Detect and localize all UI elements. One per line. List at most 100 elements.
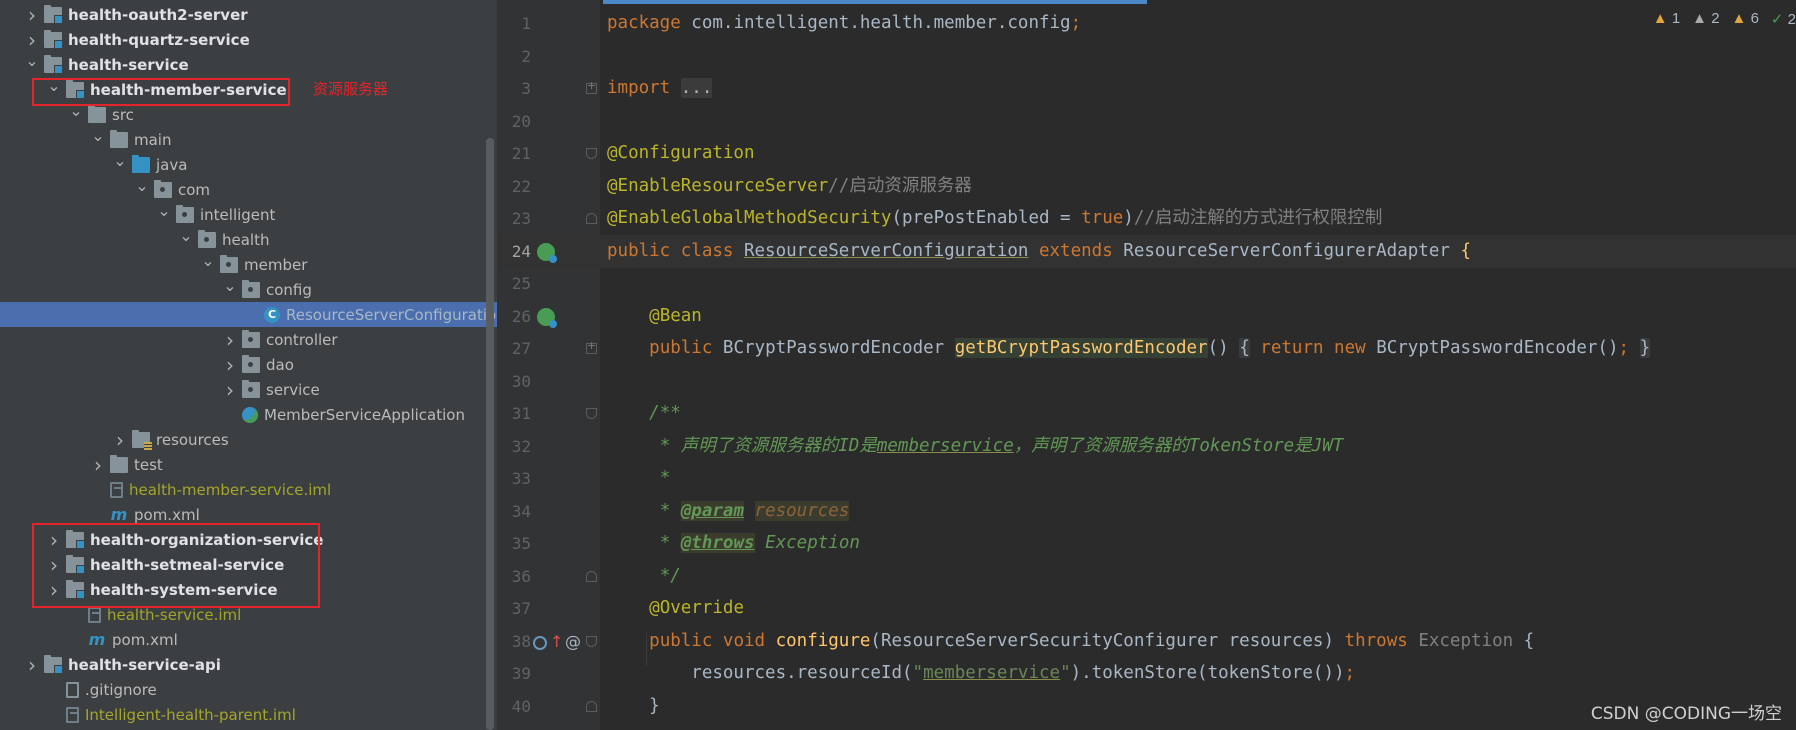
chevron-right-icon[interactable]: › <box>90 453 106 477</box>
code-line[interactable]: 32 * 声明了资源服务器的ID是memberservice，声明了资源服务器的… <box>497 430 1796 463</box>
code-line[interactable]: 2 <box>497 40 1796 73</box>
tree-item[interactable]: › dao <box>0 352 497 377</box>
code-line[interactable]: 3 import ... <box>497 72 1796 105</box>
code-token: ; <box>1344 663 1356 683</box>
tree-item-label: health-service-api <box>68 655 221 674</box>
tree-item[interactable]: ⌄ config <box>0 276 497 302</box>
code-text: import ... <box>607 72 713 105</box>
tree-item[interactable]: ⌄ intelligent <box>0 201 497 227</box>
code-token: Exception <box>1418 630 1524 651</box>
chevron-right-icon[interactable]: › <box>222 328 238 352</box>
tree-item[interactable]: .gitignore <box>0 677 497 702</box>
inspection-warning-3[interactable]: ▲ 6 <box>1732 10 1759 34</box>
tree-scrollbar[interactable] <box>486 138 494 730</box>
tree-item[interactable]: ⌄ member <box>0 251 497 277</box>
code-token: extends <box>1028 240 1124 261</box>
tree-item[interactable]: ⌄ java <box>0 151 497 177</box>
code-token: " <box>912 663 924 683</box>
tree-item[interactable]: ⌄ main <box>0 126 497 152</box>
code-line[interactable]: 23 @EnableGlobalMethodSecurity(prePostEna… <box>497 202 1796 235</box>
annotation-gutter-icon[interactable]: @ <box>565 632 581 651</box>
fold-collapse-icon[interactable] <box>586 635 597 647</box>
chevron-down-icon[interactable]: ⌄ <box>112 151 128 170</box>
code-line[interactable]: 30 <box>497 365 1796 398</box>
tree-item[interactable]: health-member-service.iml <box>0 477 497 502</box>
chevron-down-icon[interactable]: ⌄ <box>200 251 216 270</box>
line-number: 27 <box>511 339 531 358</box>
code-editor[interactable]: 1 package com.intelligent.health.member.c… <box>497 0 1796 730</box>
code-line[interactable]: 27 public BCryptPasswordEncoder getBCryp… <box>497 332 1796 365</box>
code-line[interactable]: 31 /** <box>497 397 1796 430</box>
chevron-down-icon[interactable]: ⌄ <box>222 276 238 295</box>
code-line[interactable]: 26 @Bean <box>497 300 1796 333</box>
code-text: * <box>607 462 671 495</box>
tree-item[interactable]: › test <box>0 452 497 477</box>
inspection-warning-2[interactable]: ▲ 2 <box>1692 10 1719 34</box>
fold-collapse-icon[interactable] <box>586 700 597 712</box>
chevron-right-icon[interactable]: › <box>24 28 40 52</box>
tree-item[interactable]: Intelligent-health-parent.iml <box>0 702 497 727</box>
code-line[interactable]: 36 */ <box>497 560 1796 593</box>
code-token: @EnableResourceServer <box>607 175 829 196</box>
code-line[interactable]: 37 @Override <box>497 592 1796 625</box>
code-line[interactable]: 38 ↑ @ public void configure(ResourceServe… <box>497 625 1796 658</box>
tree-item[interactable]: › resources <box>0 427 497 452</box>
code-line[interactable]: 22 @EnableResourceServer//启动资源服务器 <box>497 170 1796 203</box>
fold-collapse-icon[interactable] <box>586 148 597 159</box>
code-token: @Configuration <box>607 143 755 163</box>
code-token: { <box>1239 338 1250 358</box>
code-line[interactable]: 34 * @param resources <box>497 495 1796 528</box>
chevron-down-icon[interactable]: ⌄ <box>156 201 172 220</box>
chevron-down-icon[interactable]: ⌄ <box>178 226 194 245</box>
code-text: public void configure(ResourceServerSecu… <box>607 625 1534 658</box>
spring-bean-gutter-icon[interactable] <box>537 307 557 328</box>
chevron-right-icon[interactable]: › <box>222 378 238 402</box>
fold-collapse-icon[interactable] <box>586 213 597 224</box>
tree-item[interactable]: m pom.xml <box>0 627 497 652</box>
chevron-right-icon[interactable]: › <box>222 353 238 377</box>
folder-icon <box>88 104 106 123</box>
tree-item[interactable]: MemberServiceApplication <box>0 402 497 427</box>
watermark: CSDN @CODING一场空 <box>1590 704 1782 724</box>
fold-collapse-icon[interactable] <box>586 570 597 582</box>
chevron-down-icon[interactable]: ⌄ <box>134 176 150 195</box>
tree-item[interactable]: ⌄ health-service <box>0 51 497 77</box>
tree-item-label: health <box>222 230 270 249</box>
inspection-widget[interactable]: ▲ 1 ▲ 2 ▲ 6 ✓ 2 <box>1653 10 1796 34</box>
tree-item[interactable]: › service <box>0 377 497 402</box>
chevron-right-icon[interactable]: › <box>24 3 40 27</box>
code-token: resources.resourceId( <box>607 663 913 683</box>
code-line[interactable]: 20 <box>497 105 1796 138</box>
chevron-right-icon[interactable]: › <box>112 428 128 452</box>
tree-item[interactable]: ⌄ com <box>0 176 497 202</box>
tree-item[interactable]: › health-quartz-service <box>0 27 497 52</box>
fold-expand-icon[interactable] <box>586 339 597 354</box>
line-number: 3 <box>521 79 531 98</box>
tree-item[interactable]: › controller <box>0 327 497 352</box>
inspection-ok[interactable]: ✓ 2 <box>1771 10 1796 34</box>
tree-item[interactable]: ⌄ health <box>0 226 497 252</box>
tree-item[interactable]: C ResourceServerConfiguration <box>0 302 497 327</box>
inspection-warning-1[interactable]: ▲ 1 <box>1653 10 1680 34</box>
fold-collapse-icon[interactable] <box>586 408 597 419</box>
overrides-gutter-icon[interactable] <box>533 635 547 650</box>
chevron-down-icon[interactable]: ⌄ <box>24 51 40 70</box>
code-line[interactable]: 39 resources.resourceId("memberservice")… <box>497 657 1796 690</box>
fold-expand-icon[interactable] <box>586 79 597 94</box>
code-line[interactable]: 25 <box>497 267 1796 300</box>
code-line[interactable]: 33 * <box>497 462 1796 495</box>
tree-item[interactable]: › health-oauth2-server <box>0 2 497 27</box>
chevron-down-icon[interactable]: ⌄ <box>90 126 106 145</box>
spring-bean-gutter-icon[interactable] <box>537 242 557 263</box>
override-up-arrow-icon[interactable]: ↑ <box>550 632 563 651</box>
line-number: 25 <box>511 274 531 293</box>
chevron-right-icon[interactable]: › <box>24 653 40 677</box>
code-line[interactable]: 35 * @throws Exception <box>497 527 1796 560</box>
code-line[interactable]: 24 public class ResourceServerConfigurati… <box>497 234 1796 268</box>
code-line[interactable]: 21 @Configuration <box>497 137 1796 170</box>
tree-item[interactable]: › health-service-api <box>0 652 497 677</box>
code-line[interactable]: 1 package com.intelligent.health.member.c… <box>497 7 1796 40</box>
